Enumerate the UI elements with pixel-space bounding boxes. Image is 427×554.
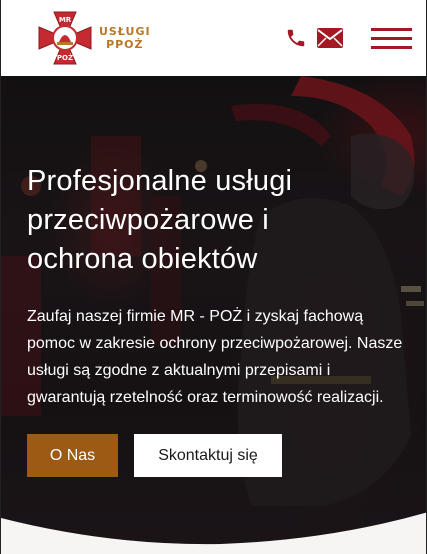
logo-brand-text: USŁUGI PPOŻ [99,25,151,51]
hero-description: Zaufaj naszej firmie MR - POŻ i zyskaj f… [27,308,403,406]
brand-line-1: USŁUGI [99,25,151,38]
brand-line-2: PPOŻ [106,38,144,51]
site-header: MR POŻ USŁUGI PPOŻ [0,0,427,76]
about-us-button[interactable]: O Nas [27,434,118,477]
badge-text-top: MR [59,16,72,24]
menu-bar-icon [371,46,412,49]
mail-icon[interactable] [317,28,343,48]
hero-bottom-wave-divider [1,512,426,554]
contact-button[interactable]: Skontaktuj się [134,434,282,477]
menu-bar-icon [371,28,412,31]
phone-icon[interactable] [285,27,307,49]
page: MR POŻ USŁUGI PPOŻ Profesjonalne usługi … [0,0,427,554]
menu-bar-icon [371,37,412,40]
badge-text-bottom: POŻ [57,53,73,62]
fire-cross-emblem-icon: MR POŻ [38,11,92,65]
hero-title: Profesjonalne usługi przeciwpożarowe i o… [27,165,293,275]
hero-section: Profesjonalne usługi przeciwpożarowe i o… [0,76,427,554]
hamburger-menu-icon[interactable] [371,26,412,52]
logo[interactable]: MR POŻ USŁUGI PPOŻ [35,7,155,69]
